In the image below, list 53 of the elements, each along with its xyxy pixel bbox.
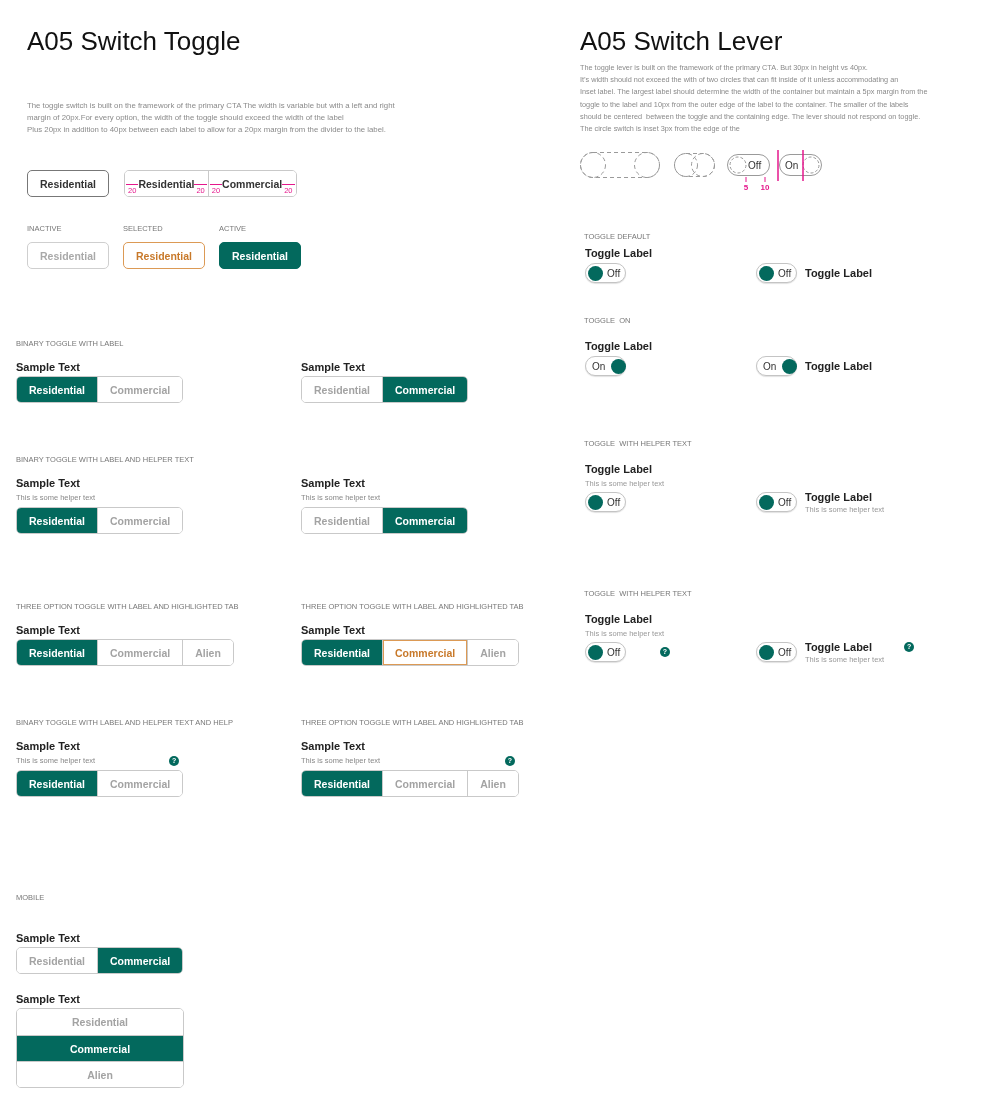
toggle-option[interactable]: Residential xyxy=(302,771,383,796)
switch-knob xyxy=(588,644,603,660)
field-label: Sample Text xyxy=(301,476,366,490)
toggle-option[interactable]: Commercial xyxy=(382,640,468,665)
toggle-switch[interactable]: Off xyxy=(756,642,797,663)
toggle-label: Toggle Label xyxy=(805,266,873,281)
toggle-switch[interactable]: Off xyxy=(585,263,626,284)
field-label: Sample Text xyxy=(301,360,366,374)
toggle-switch[interactable]: Off xyxy=(756,492,797,513)
field-label: Sample Text xyxy=(16,360,81,374)
toggle-label: Toggle Label xyxy=(805,639,873,654)
switch-knob xyxy=(759,494,774,510)
toggle-option[interactable]: Residential xyxy=(17,508,98,533)
measurement-mark: 10 xyxy=(760,176,770,193)
toggle-switch[interactable]: On xyxy=(756,356,797,377)
switch-knob xyxy=(782,358,798,374)
toggle-switch[interactable]: Off xyxy=(585,642,626,663)
field-label: Sample Text xyxy=(16,623,81,637)
toggle-label: Toggle Label xyxy=(585,612,653,627)
toggle-label: Toggle Label xyxy=(585,246,653,261)
switch-knob xyxy=(611,358,627,374)
lever-text: Off xyxy=(748,160,762,172)
switch-knob xyxy=(759,265,774,281)
switch-knob xyxy=(588,494,603,510)
switch-knob xyxy=(759,644,774,660)
field-label: Sample Text xyxy=(16,739,81,753)
toggle-option[interactable]: Residential xyxy=(302,640,383,665)
field-label: Sample Text xyxy=(16,476,81,490)
page-title: A05 Switch Toggle xyxy=(27,26,242,56)
toggle-option[interactable]: Residential xyxy=(17,377,98,402)
toggle-option[interactable]: Commercial xyxy=(382,377,468,402)
measurement-mark: 5 xyxy=(743,176,749,193)
toggle-switch[interactable]: Off xyxy=(756,263,797,284)
toggle-label: Toggle Label xyxy=(805,359,873,374)
toggle-label: Toggle Label xyxy=(585,462,653,477)
toggle-label: Toggle Label xyxy=(585,339,653,354)
lever-text: On xyxy=(785,160,799,172)
toggle-option[interactable]: Commercial xyxy=(382,508,468,533)
overlapping-circles-drawing xyxy=(674,153,715,178)
page-title: A05 Switch Lever xyxy=(580,26,784,56)
field-label: Sample Text xyxy=(16,992,81,1006)
field-label: Sample Text xyxy=(16,931,81,945)
toggle-option[interactable]: Residential xyxy=(17,640,98,665)
toggle-option[interactable]: Commercial xyxy=(97,948,183,973)
switch-knob xyxy=(588,265,603,281)
field-label: Sample Text xyxy=(301,623,366,637)
toggle-option[interactable]: Commercial xyxy=(17,1035,183,1061)
toggle-switch[interactable]: Off xyxy=(585,492,626,513)
toggle-option[interactable]: Residential xyxy=(17,771,98,796)
toggle-label: Toggle Label xyxy=(805,489,873,504)
field-label: Sample Text xyxy=(301,739,366,753)
toggle-switch[interactable]: On xyxy=(585,356,626,377)
toggle-button[interactable]: Residential xyxy=(27,170,110,197)
